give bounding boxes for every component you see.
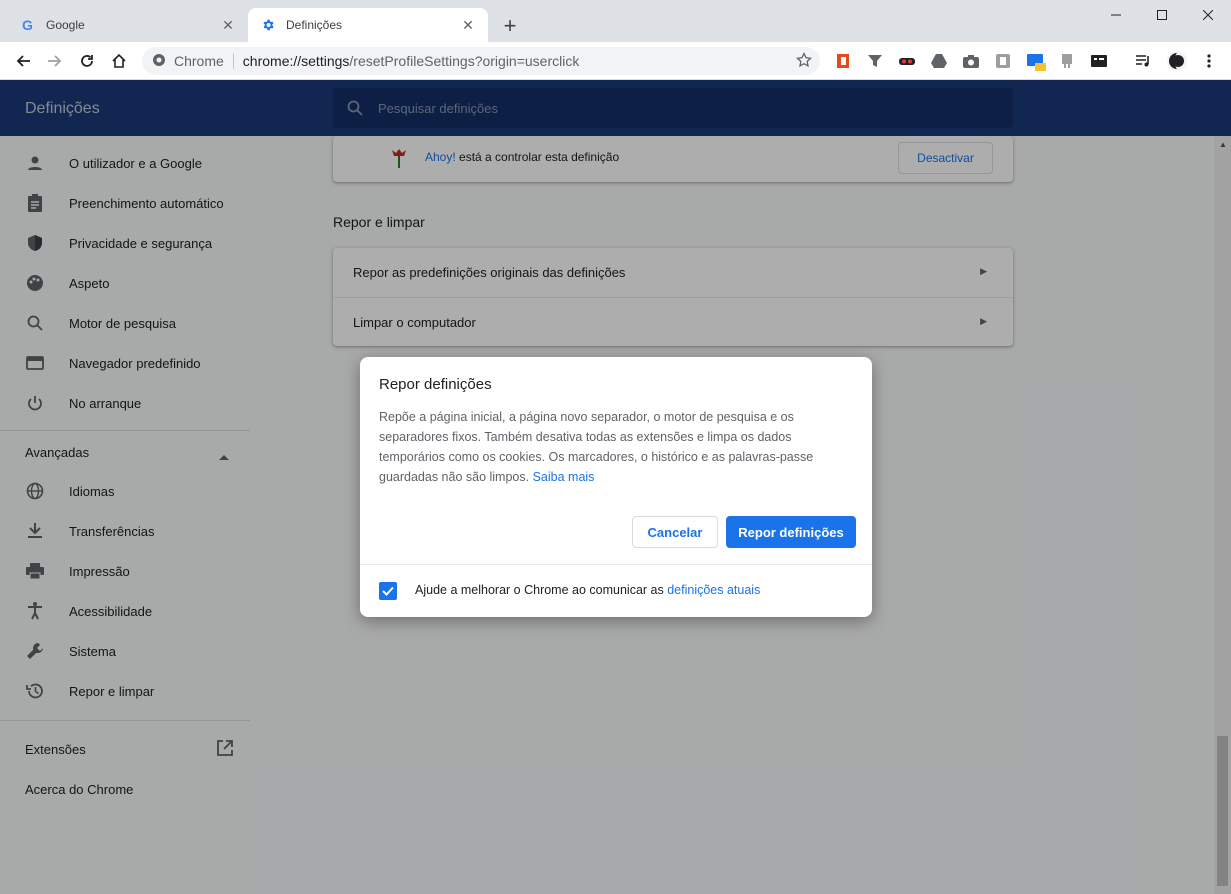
tab-title: Google bbox=[46, 18, 85, 32]
camera-extension-icon[interactable] bbox=[962, 52, 980, 70]
maximize-window-icon[interactable] bbox=[1139, 0, 1185, 30]
minimize-window-icon[interactable] bbox=[1093, 0, 1139, 30]
tab-settings[interactable]: Definições ✕ bbox=[248, 8, 488, 42]
close-window-icon[interactable] bbox=[1185, 0, 1231, 30]
new-tab-button[interactable]: + bbox=[498, 13, 522, 38]
back-arrow-icon[interactable] bbox=[11, 49, 35, 73]
media-queue-icon[interactable] bbox=[1134, 52, 1152, 70]
bookmark-star-icon[interactable] bbox=[796, 51, 812, 71]
dialog-title: Repor definições bbox=[379, 376, 492, 393]
google-g-icon: G bbox=[20, 17, 36, 33]
device-extension-icon[interactable] bbox=[1058, 52, 1076, 70]
settings-gear-icon bbox=[260, 17, 276, 33]
filter-extension-icon[interactable] bbox=[866, 52, 884, 70]
chrome-info-icon[interactable] bbox=[152, 53, 166, 70]
address-bar[interactable]: Chrome chrome://settings /resetProfileSe… bbox=[142, 47, 820, 75]
current-settings-link[interactable]: definições atuais bbox=[667, 583, 760, 597]
url-path: /resetProfileSettings?origin=userclick bbox=[349, 53, 580, 69]
omnibox-separator bbox=[232, 53, 234, 69]
mask-extension-icon[interactable] bbox=[898, 52, 916, 70]
tab-strip: G Google ✕ Definições ✕ + bbox=[0, 0, 1231, 42]
tab-title: Definições bbox=[286, 18, 343, 32]
reset-settings-dialog: Repor definições Repõe a página inicial,… bbox=[360, 357, 872, 617]
close-tab-icon[interactable]: ✕ bbox=[460, 17, 476, 33]
home-icon[interactable] bbox=[107, 49, 131, 73]
drive-extension-icon[interactable] bbox=[930, 52, 948, 70]
dialog-body-text: Repõe a página inicial, a página novo se… bbox=[379, 410, 814, 484]
office-extension-icon[interactable] bbox=[834, 52, 852, 70]
browser-toolbar: Chrome chrome://settings /resetProfileSe… bbox=[0, 42, 1231, 80]
checkmark-icon bbox=[382, 586, 394, 596]
dialog-divider bbox=[360, 564, 872, 565]
terminal-extension-icon[interactable] bbox=[1090, 52, 1108, 70]
report-settings-text: Ajude a melhorar o Chrome ao comunicar a… bbox=[415, 583, 760, 597]
forward-arrow-icon[interactable] bbox=[43, 49, 67, 73]
url-host: chrome://settings bbox=[242, 53, 350, 69]
close-tab-icon[interactable]: ✕ bbox=[220, 17, 236, 33]
omnibox-chip: Chrome bbox=[174, 53, 224, 69]
dialog-body: Repõe a página inicial, a página novo se… bbox=[379, 407, 839, 487]
reload-icon[interactable] bbox=[75, 49, 99, 73]
cancel-button[interactable]: Cancelar bbox=[632, 516, 718, 548]
avatar[interactable] bbox=[1166, 50, 1188, 72]
evernote-extension-icon[interactable] bbox=[994, 52, 1012, 70]
learn-more-link[interactable]: Saiba mais bbox=[533, 470, 595, 484]
report-settings-label: Ajude a melhorar o Chrome ao comunicar a… bbox=[415, 583, 668, 597]
report-settings-checkbox[interactable] bbox=[379, 582, 397, 600]
tab-google[interactable]: G Google ✕ bbox=[8, 8, 248, 42]
more-menu-icon[interactable] bbox=[1200, 52, 1218, 70]
reset-settings-button[interactable]: Repor definições bbox=[726, 516, 856, 548]
svg-text:G: G bbox=[22, 17, 33, 33]
window-extension-icon[interactable] bbox=[1026, 52, 1046, 71]
